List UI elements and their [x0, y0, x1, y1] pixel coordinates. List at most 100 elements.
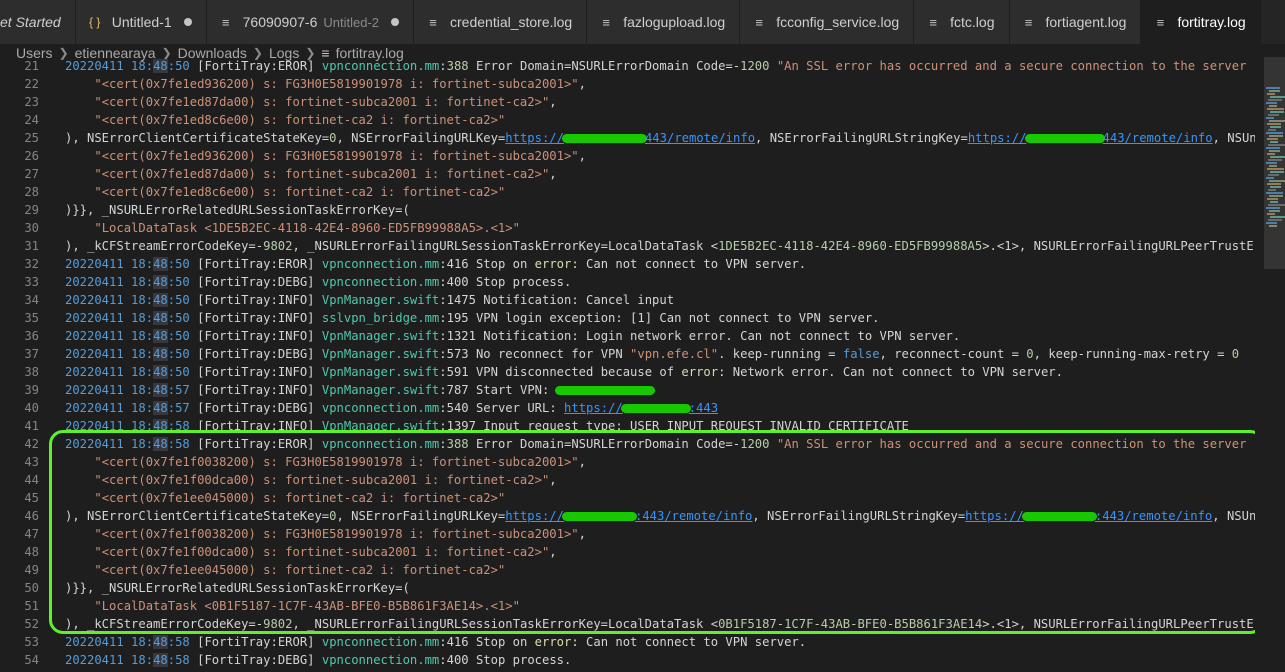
code-token: , NSErrorFailingURLStringKey=	[752, 509, 966, 523]
code-token: vpnconnection.mm	[321, 437, 440, 451]
code-token: [FortiTray:INFO]	[197, 383, 322, 397]
minimap-line	[1268, 144, 1285, 146]
code-token: ,	[578, 149, 586, 163]
minimap-line	[1269, 165, 1277, 167]
code-line[interactable]: 25), NSErrorClientCertificateStateKey=0,…	[0, 129, 1258, 147]
code-token: ,	[549, 167, 557, 181]
tab-fctc-log[interactable]: fctc.log	[914, 0, 1010, 44]
line-number: 41	[24, 419, 39, 433]
code-line[interactable]: 42 20220411 18:48:58 [FortiTray:EROR] vpn…	[0, 435, 1258, 453]
line-number: 22	[24, 77, 39, 91]
code-token: 48	[153, 293, 168, 307]
minimap-line	[1270, 216, 1285, 218]
code-line[interactable]: 39 20220411 18:48:57 [FortiTray:INFO] Vpn…	[0, 381, 1258, 399]
code-token: 48	[153, 653, 168, 667]
code-token[interactable]: https://	[505, 131, 564, 145]
code-line[interactable]: 26 "<cert(0x7fe1ed936200) s: FG3H0E58199…	[0, 147, 1258, 165]
code-line[interactable]: 22 "<cert(0x7fe1ed936200) s: FG3H0E58199…	[0, 75, 1258, 93]
code-token[interactable]: https://	[965, 509, 1024, 523]
code-line[interactable]: 45 "<cert(0x7fe1ee045000) s: fortinet-ca…	[0, 489, 1258, 507]
code-token: [FortiTray:INFO]	[197, 329, 322, 343]
code-token: :57	[167, 383, 198, 397]
line-number: 35	[24, 311, 39, 325]
code-line[interactable]: 53 20220411 18:48:58 [FortiTray:EROR] vpn…	[0, 633, 1258, 651]
code-token: sslvpn_bridge.mm	[321, 311, 440, 325]
line-number: 24	[24, 113, 39, 127]
tab-untitled-1[interactable]: { } Untitled-1	[75, 0, 207, 44]
code-token: :540 Server URL:	[439, 401, 565, 415]
code-line[interactable]: 46), NSErrorClientCertificateStateKey=0,…	[0, 507, 1258, 525]
tab-fortitray-log[interactable]: fortitray.log	[1141, 0, 1261, 44]
code-line[interactable]: 52), _kCFStreamErrorCodeKey=-9802, _NSUR…	[0, 615, 1258, 633]
code-line[interactable]: 34 20220411 18:48:50 [FortiTray:INFO] Vpn…	[0, 291, 1258, 309]
code-token: ,	[578, 77, 586, 91]
line-content: "LocalDataTask <0B1F5187-1C7F-43AB-BFE0-…	[65, 597, 520, 615]
line-number: 23	[24, 95, 39, 109]
code-line[interactable]: 54 20220411 18:48:58 [FortiTray:DEBG] vpn…	[0, 651, 1258, 669]
tab-76090907-6[interactable]: 76090907-6 Untitled-2	[206, 0, 415, 44]
code-line[interactable]: 49 "<cert(0x7fe1ee045000) s: fortinet-ca…	[0, 561, 1258, 579]
code-line[interactable]: 23 "<cert(0x7fe1ed87da00) s: fortinet-su…	[0, 93, 1258, 111]
code-token[interactable]: :443/remote/info	[1095, 509, 1212, 523]
line-number: 33	[24, 275, 39, 289]
code-line[interactable]: 40 20220411 18:48:57 [FortiTray:DEBG] vpn…	[0, 399, 1258, 417]
code-token: 1200	[740, 59, 770, 73]
code-token[interactable]: 443/remote/info	[1103, 131, 1213, 145]
minimap-line	[1268, 114, 1279, 116]
code-line[interactable]: 44 "<cert(0x7fe1f00dca00) s: fortinet-su…	[0, 471, 1258, 489]
unsaved-dot-icon[interactable]	[183, 18, 192, 26]
code-token[interactable]: https://	[564, 401, 623, 415]
code-line[interactable]: 35 20220411 18:48:50 [FortiTray:INFO] ssl…	[0, 309, 1258, 327]
line-content: ), NSErrorClientCertificateStateKey=0, N…	[65, 507, 1258, 525]
code-line[interactable]: 28 "<cert(0x7fe1ed8c6e00) s: fortinet-ca…	[0, 183, 1258, 201]
code-line[interactable]: 29)}}, _NSURLErrorRelatedURLSessionTaskE…	[0, 201, 1258, 219]
code-line[interactable]: 43 "<cert(0x7fe1f0038200) s: FG3H0E58199…	[0, 453, 1258, 471]
unsaved-dot-icon[interactable]	[391, 18, 400, 26]
code-line[interactable]: 27 "<cert(0x7fe1ed87da00) s: fortinet-su…	[0, 165, 1258, 183]
code-line[interactable]: 51 "LocalDataTask <0B1F5187-1C7F-43AB-BF…	[0, 597, 1258, 615]
line-number: 44	[24, 473, 39, 487]
code-line[interactable]: 47 "<cert(0x7fe1f0038200) s: FG3H0E58199…	[0, 525, 1258, 543]
code-token: ), _kCFStreamErrorCodeKey=-	[65, 239, 264, 253]
code-token: VpnManager.swift	[321, 329, 440, 343]
minimap-line	[1266, 192, 1283, 194]
code-token[interactable]: https://	[968, 131, 1027, 145]
code-line[interactable]: 30 "LocalDataTask <1DE5B2EC-4118-42E4-89…	[0, 219, 1258, 237]
code-token: 48	[153, 401, 168, 415]
line-number: 26	[24, 149, 39, 163]
line-number: 45	[24, 491, 39, 505]
code-token[interactable]: :443/remote/info	[635, 509, 752, 523]
code-line[interactable]: 31), _kCFStreamErrorCodeKey=-9802, _NSUR…	[0, 237, 1258, 255]
code-line[interactable]: 41 20220411 18:48:58 [FortiTray:INFO] Vpn…	[0, 417, 1258, 435]
line-content: ), NSErrorClientCertificateStateKey=0, N…	[65, 129, 1258, 147]
line-content: "<cert(0x7fe1f00dca00) s: fortinet-subca…	[65, 543, 556, 561]
code-line[interactable]: 48 "<cert(0x7fe1f00dca00) s: fortinet-su…	[0, 543, 1258, 561]
code-editor[interactable]: 21 20220411 18:48:50 [FortiTray:EROR] vpn…	[0, 57, 1258, 672]
minimap-line	[1269, 135, 1283, 137]
line-content: "<cert(0x7fe1ed8c6e00) s: fortinet-ca2 i…	[65, 111, 505, 129]
code-line[interactable]: 50)}}, _NSURLErrorRelatedURLSessionTaskE…	[0, 579, 1258, 597]
code-token[interactable]: 443/remote/info	[645, 131, 755, 145]
line-content: "<cert(0x7fe1ee045000) s: fortinet-ca2 i…	[65, 561, 505, 579]
tab-et-started[interactable]: et Started	[0, 0, 76, 44]
code-token: "An SSL error has occurred and a secure …	[769, 59, 1258, 73]
code-line[interactable]: 36 20220411 18:48:50 [FortiTray:INFO] Vpn…	[0, 327, 1258, 345]
tab-credential-store-log[interactable]: credential_store.log	[414, 0, 588, 44]
code-token: :50	[167, 329, 198, 343]
code-line[interactable]: 32 20220411 18:48:50 [FortiTray:EROR] vpn…	[0, 255, 1258, 273]
code-line[interactable]: 37 20220411 18:48:50 [FortiTray:DEBG] Vpn…	[0, 345, 1258, 363]
minimap[interactable]	[1258, 57, 1285, 672]
tab-fazlogupload-log[interactable]: fazlogupload.log	[587, 0, 741, 44]
code-line[interactable]: 24 "<cert(0x7fe1ed8c6e00) s: fortinet-ca…	[0, 111, 1258, 129]
tab-label: Untitled-1	[111, 14, 172, 30]
code-line[interactable]: 38 20220411 18:48:50 [FortiTray:INFO] Vpn…	[0, 363, 1258, 381]
code-token[interactable]: https://	[505, 509, 564, 523]
code-token[interactable]: :443	[689, 401, 718, 415]
code-line[interactable]: 33 20220411 18:48:50 [FortiTray:DEBG] vpn…	[0, 273, 1258, 291]
tab-fortiagent-log[interactable]: fortiagent.log	[1009, 0, 1142, 44]
minimap-line	[1266, 147, 1280, 149]
tab-fcconfig-service-log[interactable]: fcconfig_service.log	[740, 0, 915, 44]
code-line[interactable]: 21 20220411 18:48:50 [FortiTray:EROR] vpn…	[0, 57, 1258, 75]
